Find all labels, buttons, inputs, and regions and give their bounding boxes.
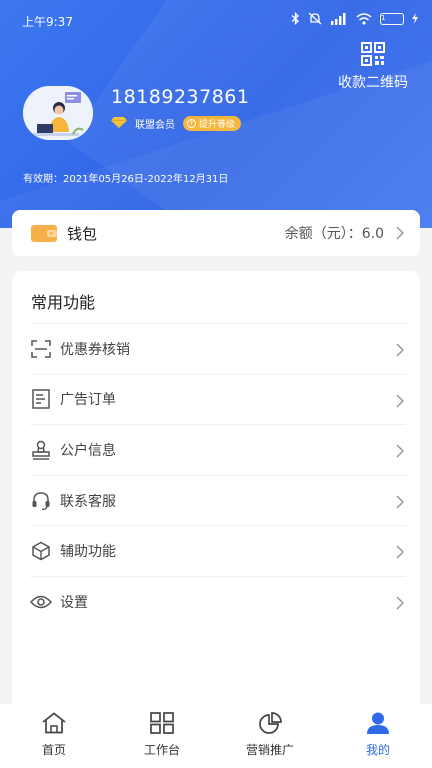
account-phone: 18189237861: [111, 86, 250, 108]
charging-icon: [412, 13, 418, 24]
profile-header: 上午9:37 1 收款二维码 18189237861 联盟会员 ↑ 提升等级 有…: [0, 0, 432, 228]
chevron-right-icon: [396, 225, 405, 244]
member-level: 联盟会员: [135, 120, 175, 131]
document-icon: [30, 388, 52, 410]
tab-mine[interactable]: 我的: [324, 704, 432, 768]
menu-item-label: 优惠券核销: [60, 341, 130, 358]
scan-icon: [30, 338, 52, 360]
menu-item-label: 辅助功能: [60, 544, 116, 561]
receive-qr-button[interactable]: 收款二维码: [332, 42, 414, 92]
section-title: 常用功能: [31, 293, 96, 312]
avatar[interactable]: [23, 86, 93, 140]
chevron-right-icon: [396, 393, 405, 412]
upgrade-label: 提升等级: [199, 120, 236, 130]
tab-label: 工作台: [143, 743, 180, 757]
menu-item-account-info[interactable]: 公户信息: [30, 424, 406, 475]
member-row: 联盟会员 ↑ 提升等级: [111, 116, 242, 131]
diamond-icon: [111, 116, 127, 131]
wallet-row[interactable]: 钱包 余额（元）：6.0: [12, 210, 420, 256]
menu-item-label: 广告订单: [60, 392, 116, 409]
chevron-right-icon: [396, 443, 405, 462]
bluetooth-icon: [291, 12, 300, 25]
signal-icon: [330, 12, 348, 25]
menu-item-customer-service[interactable]: 联系客服: [30, 474, 406, 526]
wallet-balance: 余额（元）：6.0: [284, 226, 384, 242]
wifi-icon: [356, 12, 372, 25]
user-icon: [366, 711, 390, 735]
arrow-up-icon: ↑: [187, 119, 196, 128]
menu-item-label: 公户信息: [60, 442, 116, 459]
tab-label: 营销推广: [245, 743, 294, 757]
headset-icon: [30, 490, 52, 512]
mute-icon: [308, 12, 322, 25]
tab-marketing[interactable]: 营销推广: [216, 704, 324, 768]
chevron-right-icon: [396, 342, 405, 361]
function-list: 优惠券核销 广告订单 公户信息 联系客服 辅助功能 设置: [12, 323, 420, 627]
menu-item-accessibility[interactable]: 辅助功能: [30, 525, 406, 576]
menu-item-label: 设置: [60, 594, 88, 611]
menu-item-label: 联系客服: [60, 493, 116, 510]
battery-icon: 1: [380, 12, 404, 25]
bottom-tab-bar: 首页 工作台 营销推广 我的: [0, 704, 432, 768]
status-time: 上午9:37: [22, 15, 73, 29]
eye-icon: [30, 591, 52, 613]
chevron-right-icon: [396, 595, 405, 614]
qr-label: 收款二维码: [338, 75, 408, 91]
cube-icon: [30, 540, 52, 562]
chevron-right-icon: [396, 494, 405, 513]
pie-chart-icon: [258, 711, 282, 735]
wallet-icon: [31, 224, 57, 242]
status-bar: 上午9:37 1: [0, 0, 432, 40]
chevron-right-icon: [396, 544, 405, 563]
grid-icon: [150, 711, 174, 735]
menu-item-ad-orders[interactable]: 广告订单: [30, 373, 406, 425]
upgrade-level-button[interactable]: ↑ 提升等级: [183, 116, 242, 131]
qr-code-icon: [361, 42, 385, 66]
tab-home[interactable]: 首页: [0, 704, 108, 768]
status-icons: 1: [291, 12, 418, 25]
menu-item-settings[interactable]: 设置: [30, 575, 406, 627]
common-functions-card: 常用功能 优惠券核销 广告订单 公户信息 联系客服 辅助功能 设置: [12, 271, 420, 711]
menu-item-coupon-verify[interactable]: 优惠券核销: [30, 323, 406, 374]
stamp-icon: [30, 439, 52, 461]
validity-period: 有效期：2021年05月26日-2022年12月31日: [23, 174, 229, 185]
wallet-label: 钱包: [67, 224, 98, 243]
tab-label: 首页: [41, 743, 66, 757]
home-icon: [41, 711, 67, 735]
tab-workbench[interactable]: 工作台: [108, 704, 216, 768]
tab-label: 我的: [365, 743, 390, 757]
